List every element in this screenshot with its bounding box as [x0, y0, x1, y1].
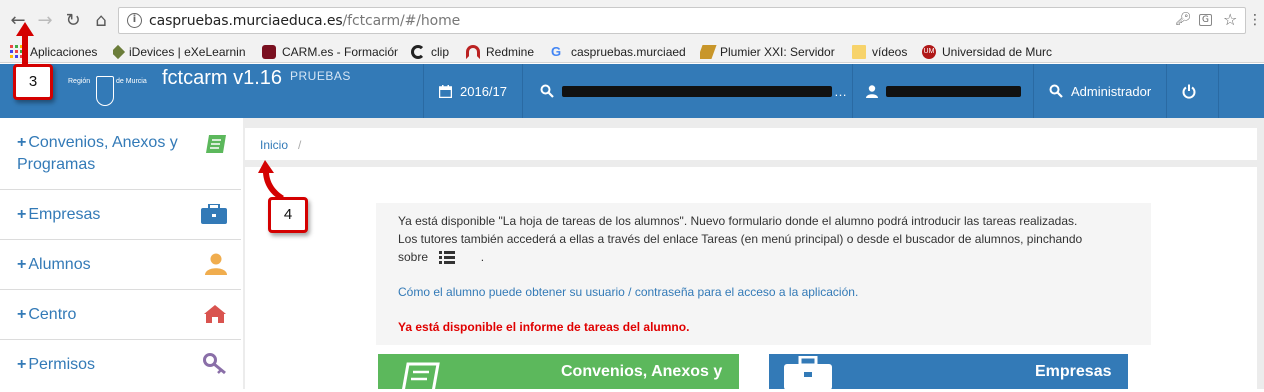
annotation-marker-3: 3 — [13, 64, 53, 100]
app-header: Región de Murcia fctcarm v1.16 PRUEBAS 2… — [0, 64, 1264, 118]
bookmark-clip[interactable]: clip — [411, 43, 461, 60]
bookmark-um[interactable]: UM Universidad de Murc — [922, 43, 1062, 60]
folder-icon — [852, 44, 866, 59]
address-bar[interactable]: i caspruebas.murciaeduca.es/fctcarm/#/ho… — [118, 7, 1246, 34]
main-content: Inicio / Ya está disponible "La hoja de … — [243, 118, 1264, 392]
academic-year-selector[interactable]: 2016/17 — [439, 64, 507, 118]
search-icon — [540, 84, 554, 98]
credentials-help-link[interactable]: Cómo el alumno puede obtener su usuario … — [398, 283, 858, 301]
plumier-icon — [700, 44, 717, 59]
home-panel: Ya está disponible "La hoja de tareas de… — [245, 167, 1257, 392]
header-divider — [522, 64, 523, 118]
app-title[interactable]: fctcarm v1.16 — [162, 67, 282, 90]
sidebar-item-empresas[interactable]: + Empresas — [0, 190, 241, 240]
menu-icon[interactable]: ⋮ — [1244, 9, 1264, 31]
logout-button[interactable] — [1182, 64, 1204, 118]
reload-icon[interactable]: ↻ — [62, 9, 84, 31]
sidebar-item-permisos[interactable]: + Permisos — [0, 340, 241, 390]
breadcrumb: Inicio / — [245, 128, 1257, 160]
list-icon[interactable] — [439, 251, 456, 265]
header-divider — [852, 64, 853, 118]
translate-icon[interactable]: G — [1199, 14, 1212, 26]
star-icon[interactable]: ☆ — [1223, 10, 1237, 29]
forward-arrow-icon[interactable]: → — [34, 9, 56, 31]
home-icon — [204, 305, 226, 323]
breadcrumb-home-link[interactable]: Inicio — [260, 138, 288, 152]
annotation-arrow-up-icon — [16, 22, 34, 64]
book-icon — [401, 362, 440, 392]
redacted-center-name — [562, 85, 832, 97]
annotation-marker-4: 4 — [268, 197, 308, 233]
briefcase-icon — [201, 204, 227, 224]
bookmark-idevices[interactable]: iDevices | eXeLearnin — [113, 43, 250, 60]
redacted-user-name — [886, 85, 1021, 97]
key-icon[interactable]: 🔑︎ — [1175, 12, 1192, 27]
um-icon: UM — [922, 44, 936, 59]
user-menu[interactable] — [866, 64, 1021, 118]
sidebar-item-convenios[interactable]: + Convenios, Anexos y Programas — [0, 118, 241, 190]
admin-search[interactable]: Administrador — [1049, 64, 1151, 118]
center-selector[interactable]: … — [540, 64, 847, 118]
sidebar-item-alumnos[interactable]: + Alumnos — [0, 240, 241, 290]
calendar-icon — [439, 84, 452, 98]
power-icon — [1182, 84, 1196, 99]
announcement-line-3: sobre . — [398, 250, 485, 265]
announcement-box: Ya está disponible "La hoja de tareas de… — [376, 203, 1151, 345]
carm-icon — [262, 44, 276, 59]
idevices-icon — [113, 44, 126, 59]
bookmark-redmine[interactable]: Redmine — [466, 43, 540, 60]
redmine-icon — [466, 44, 480, 59]
clip-icon — [411, 44, 425, 59]
google-icon: G — [551, 43, 562, 59]
task-report-alert: Ya está disponible el informe de tareas … — [398, 320, 690, 334]
tile-empresas[interactable]: Empresas — [769, 354, 1128, 389]
bookmark-carm[interactable]: CARM.es - Formación — [262, 43, 398, 60]
tile-convenios[interactable]: Convenios, Anexos y — [378, 354, 739, 392]
breadcrumb-separator: / — [298, 138, 302, 152]
environment-label: PRUEBAS — [290, 69, 351, 83]
bookmark-caspruebas[interactable]: G caspruebas.murciaed — [551, 43, 686, 60]
url-text[interactable]: caspruebas.murciaeduca.es/fctcarm/#/home — [149, 13, 460, 29]
search-icon — [1049, 84, 1063, 98]
sidebar-item-centro[interactable]: + Centro — [0, 290, 241, 340]
announcement-line-1: Ya está disponible "La hoja de tareas de… — [398, 214, 1078, 228]
sidebar: + Convenios, Anexos y Programas + Empresas … — [0, 118, 241, 389]
user-icon — [866, 84, 878, 98]
header-divider — [1218, 64, 1219, 118]
bookmark-videos[interactable]: vídeos — [852, 43, 914, 60]
briefcase-icon — [784, 356, 832, 389]
header-divider — [1033, 64, 1034, 118]
bookmark-plumier[interactable]: Plumier XXI: Servidor — [700, 43, 839, 60]
home-icon[interactable]: ⌂ — [90, 9, 112, 31]
header-divider — [1166, 64, 1167, 118]
user-icon — [205, 253, 227, 275]
announcement-line-2: Los tutores también accederá a ellas a t… — [398, 232, 1083, 246]
key-icon — [203, 353, 226, 375]
annotation-arrow-up-icon — [258, 160, 284, 200]
bookmarks-bar: Aplicaciones iDevices | eXeLearnin CARM.… — [0, 40, 1264, 63]
header-divider — [423, 64, 424, 118]
coat-of-arms-icon — [96, 76, 114, 106]
info-icon[interactable]: i — [127, 13, 142, 28]
browser-toolbar: ← → ↻ ⌂ i caspruebas.murciaeduca.es/fctc… — [0, 0, 1264, 40]
book-icon — [206, 135, 226, 153]
